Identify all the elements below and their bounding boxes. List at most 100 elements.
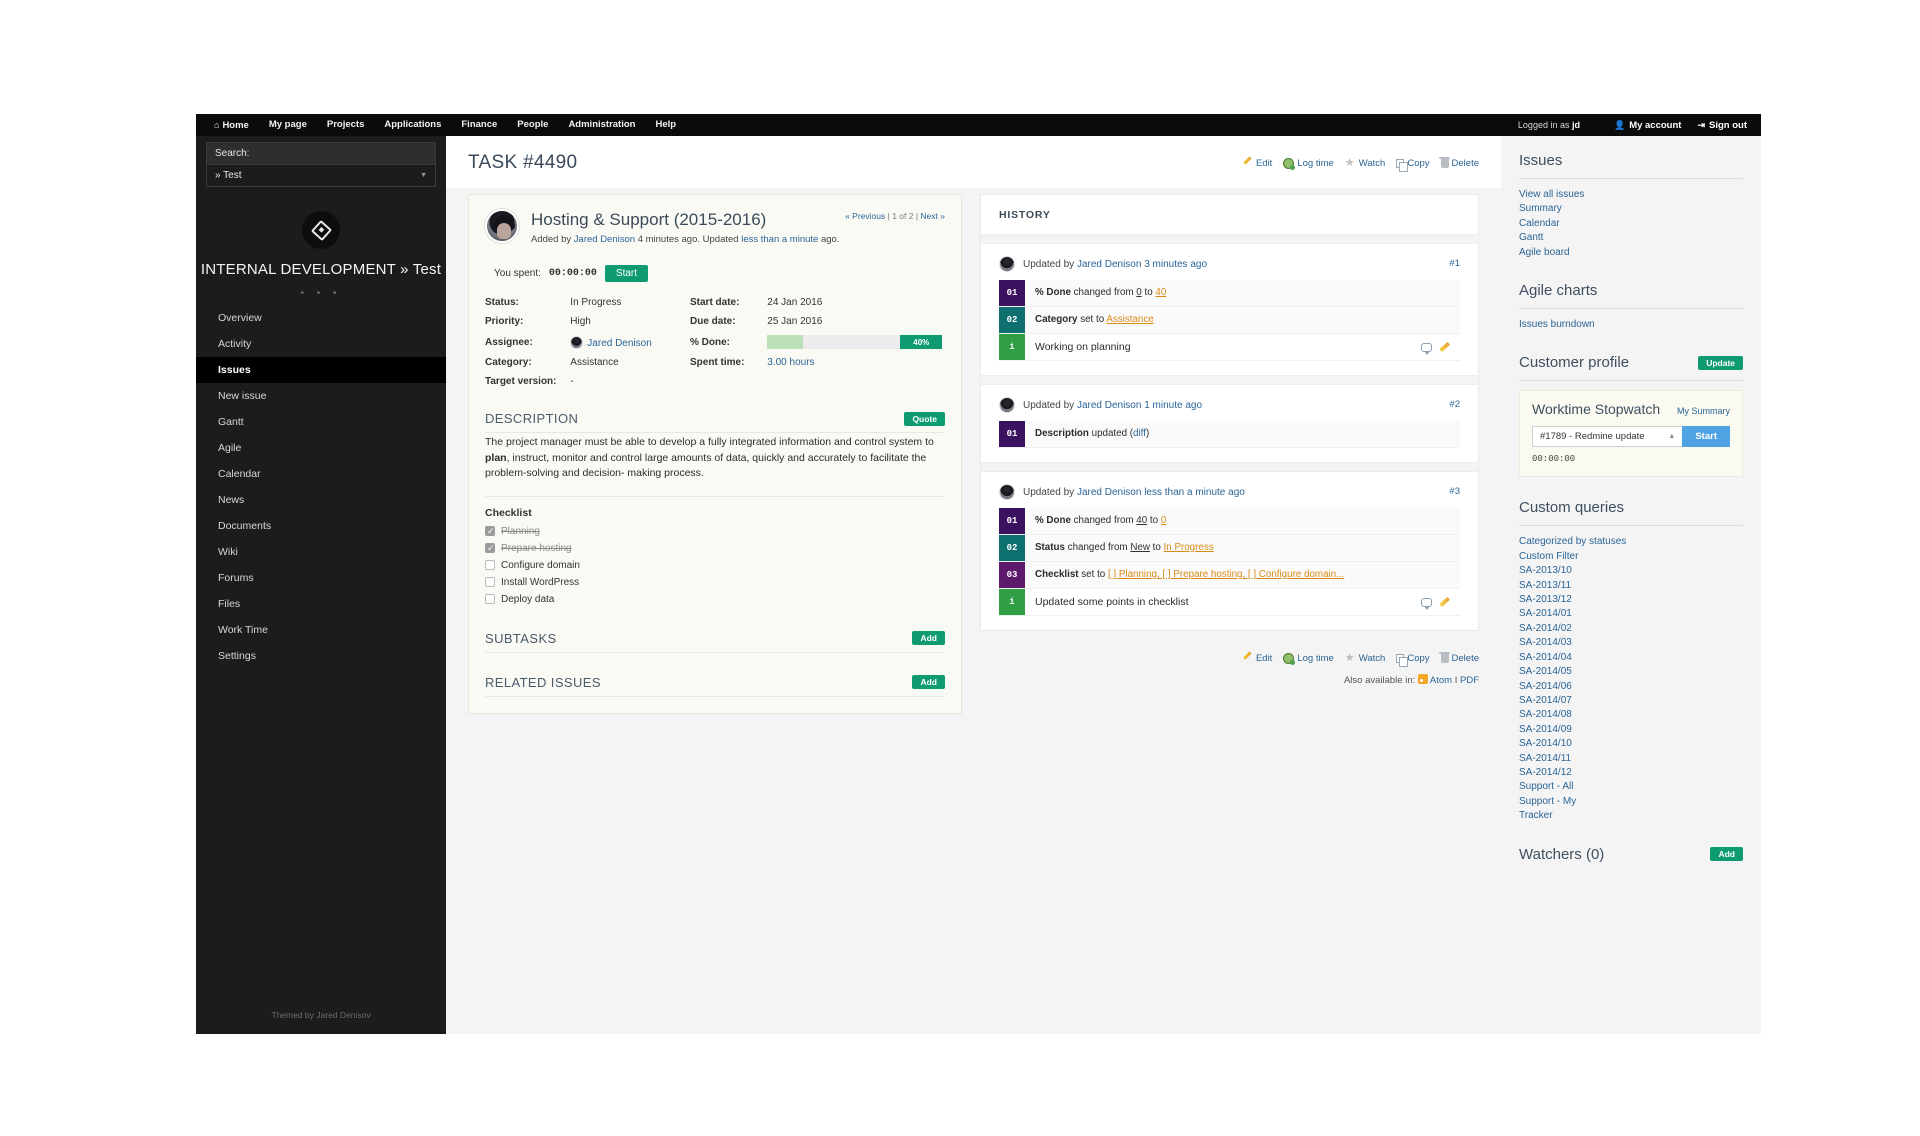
stopwatch-issue-select[interactable]: #1789 - Redmine update ▲ [1532,426,1682,447]
nav-item-finance[interactable]: Finance [451,114,507,136]
customer-update-button[interactable]: Update [1698,356,1743,370]
copy-button[interactable]: Copy [1396,158,1429,169]
spent-time-link[interactable]: 3.00 hours [767,357,814,368]
issues-burndown-link[interactable]: Issues burndown [1519,318,1743,332]
copy-button-bottom[interactable]: Copy [1396,653,1429,664]
sidebar-item-overview[interactable]: Overview [196,305,446,331]
calendar-link[interactable]: Calendar [1519,217,1743,231]
query-link[interactable]: SA-2014/09 [1519,723,1743,737]
query-link[interactable]: SA-2014/01 [1519,607,1743,621]
history-author-link[interactable]: Jared Denison [1077,259,1141,270]
query-link[interactable]: Support - My [1519,795,1743,809]
query-link[interactable]: Tracker [1519,809,1743,823]
query-link[interactable]: SA-2014/08 [1519,708,1743,722]
issue-author-link[interactable]: Jared Denison [574,234,635,245]
delete-button[interactable]: Delete [1441,158,1479,169]
stopwatch-start-button[interactable]: Start [1682,426,1730,447]
edit-button-bottom[interactable]: Edit [1242,653,1272,664]
query-link[interactable]: SA-2013/12 [1519,593,1743,607]
query-link[interactable]: SA-2014/04 [1519,651,1743,665]
next-issue-link[interactable]: Next » [920,211,945,221]
my-account-link[interactable]: 👤My account [1614,120,1681,131]
previous-issue-link[interactable]: « Previous [845,211,885,221]
history-author-link[interactable]: Jared Denison [1077,487,1141,498]
history-time-link[interactable]: less than a minute ago [1141,487,1244,498]
query-link[interactable]: SA-2014/12 [1519,766,1743,780]
sidebar-item-new-issue[interactable]: New issue [196,383,446,409]
history-time-link[interactable]: 1 minute ago [1141,400,1202,411]
sidebar-item-gantt[interactable]: Gantt [196,409,446,435]
sidebar-item-files[interactable]: Files [196,591,446,617]
atom-link[interactable]: Atom [1430,675,1452,686]
query-link[interactable]: SA-2014/07 [1519,694,1743,708]
query-link[interactable]: SA-2014/03 [1519,636,1743,650]
pdf-link[interactable]: PDF [1460,675,1479,686]
history-entry-number[interactable]: #1 [1449,258,1460,269]
comment-icon[interactable] [1421,343,1432,352]
nav-item-projects[interactable]: Projects [317,114,375,136]
assignee-link[interactable]: Jared Denison [587,338,651,349]
query-link[interactable]: SA-2014/10 [1519,737,1743,751]
history-time-link[interactable]: 3 minutes ago [1141,259,1207,270]
watch-button-bottom[interactable]: ★Watch [1345,653,1386,664]
add-subtask-button[interactable]: Add [912,631,945,645]
checkbox-icon[interactable] [485,560,495,570]
nav-item-my-page[interactable]: My page [259,114,317,136]
quote-button[interactable]: Quote [904,412,945,426]
history-author-link[interactable]: Jared Denison [1077,400,1141,411]
updated-ago-link[interactable]: less than a minute [741,234,818,245]
history-entry-number[interactable]: #2 [1449,399,1460,410]
query-link[interactable]: SA-2013/11 [1519,579,1743,593]
sidebar-item-issues[interactable]: Issues [196,357,446,383]
diff-link[interactable]: diff [1133,428,1146,439]
list-item[interactable]: Deploy data [485,594,945,605]
start-timer-button[interactable]: Start [605,265,648,282]
sidebar-item-work-time[interactable]: Work Time [196,617,446,643]
query-link[interactable]: SA-2013/10 [1519,564,1743,578]
comment-icon[interactable] [1421,598,1432,607]
project-selector[interactable]: » Test ▼ [206,164,436,187]
list-item[interactable]: Install WordPress [485,577,945,588]
nav-item-help[interactable]: Help [645,114,686,136]
checkbox-checked-icon[interactable] [485,526,495,536]
summary-link[interactable]: Summary [1519,202,1743,216]
my-summary-link[interactable]: My Summary [1677,406,1730,416]
watch-button[interactable]: ★Watch [1345,158,1386,169]
nav-item-home[interactable]: ⌂Home [210,114,259,137]
log-time-button[interactable]: Log time [1283,158,1333,169]
list-item[interactable]: Configure domain [485,560,945,571]
query-link[interactable]: Support - All [1519,780,1743,794]
sign-out-link[interactable]: ⇥Sign out [1697,120,1747,131]
search-input[interactable]: Search: [206,142,436,164]
delete-button-bottom[interactable]: Delete [1441,653,1479,664]
nav-item-people[interactable]: People [507,114,558,136]
sidebar-item-settings[interactable]: Settings [196,643,446,669]
query-link[interactable]: Categorized by statuses [1519,535,1743,549]
pencil-icon[interactable] [1439,597,1450,608]
pencil-icon[interactable] [1439,342,1450,353]
query-link[interactable]: Custom Filter [1519,550,1743,564]
add-related-issue-button[interactable]: Add [912,675,945,689]
checkbox-checked-icon[interactable] [485,543,495,553]
list-item[interactable]: Planning [485,526,945,537]
agile-board-link[interactable]: Agile board [1519,246,1743,260]
query-link[interactable]: SA-2014/11 [1519,752,1743,766]
sidebar-item-forums[interactable]: Forums [196,565,446,591]
edit-button[interactable]: Edit [1242,158,1272,169]
checkbox-icon[interactable] [485,577,495,587]
history-entry-number[interactable]: #3 [1449,486,1460,497]
list-item[interactable]: Prepare hosting [485,543,945,554]
checkbox-icon[interactable] [485,594,495,604]
nav-item-applications[interactable]: Applications [374,114,451,136]
query-link[interactable]: SA-2014/05 [1519,665,1743,679]
gantt-link[interactable]: Gantt [1519,231,1743,245]
add-watcher-button[interactable]: Add [1710,847,1743,861]
sidebar-item-agile[interactable]: Agile [196,435,446,461]
sidebar-item-documents[interactable]: Documents [196,513,446,539]
sidebar-item-activity[interactable]: Activity [196,331,446,357]
log-time-button-bottom[interactable]: Log time [1283,653,1333,664]
query-link[interactable]: SA-2014/06 [1519,680,1743,694]
query-link[interactable]: SA-2014/02 [1519,622,1743,636]
view-all-issues-link[interactable]: View all issues [1519,188,1743,202]
sidebar-item-wiki[interactable]: Wiki [196,539,446,565]
